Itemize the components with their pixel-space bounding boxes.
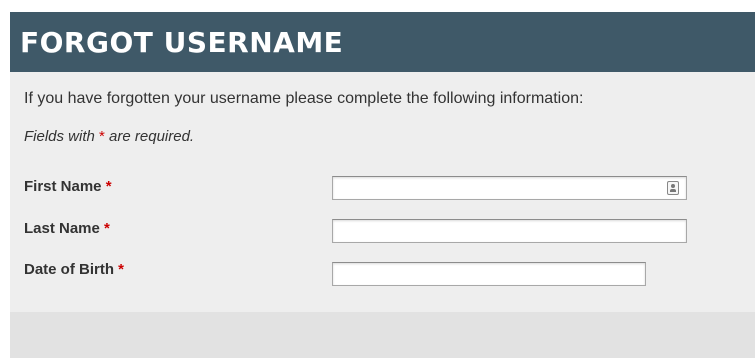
last-name-label: Last Name * [24,220,110,237]
panel-header: FORGOT USERNAME [10,12,755,72]
last-name-input[interactable] [332,219,687,243]
last-name-required-mark: * [104,220,110,237]
date-of-birth-required-mark: * [118,261,125,278]
first-name-required-mark: * [105,178,112,195]
first-name-input[interactable] [332,176,687,200]
last-name-label-text: Last Name [24,220,100,237]
page-title: FORGOT USERNAME [20,25,344,59]
first-name-label: First Name * [24,178,112,195]
required-note-prefix: Fields with [24,128,100,145]
date-of-birth-input[interactable] [332,262,646,286]
contact-card-icon[interactable] [667,181,679,195]
first-name-label-text: First Name [24,178,102,195]
date-of-birth-label: Date of Birth * [24,261,124,278]
required-note: Fields with * are required. [24,128,194,145]
required-note-suffix: are required. [104,128,195,145]
date-of-birth-label-text: Date of Birth [24,261,114,278]
intro-text: If you have forgotten your username plea… [24,90,584,107]
footer-band [10,312,755,358]
